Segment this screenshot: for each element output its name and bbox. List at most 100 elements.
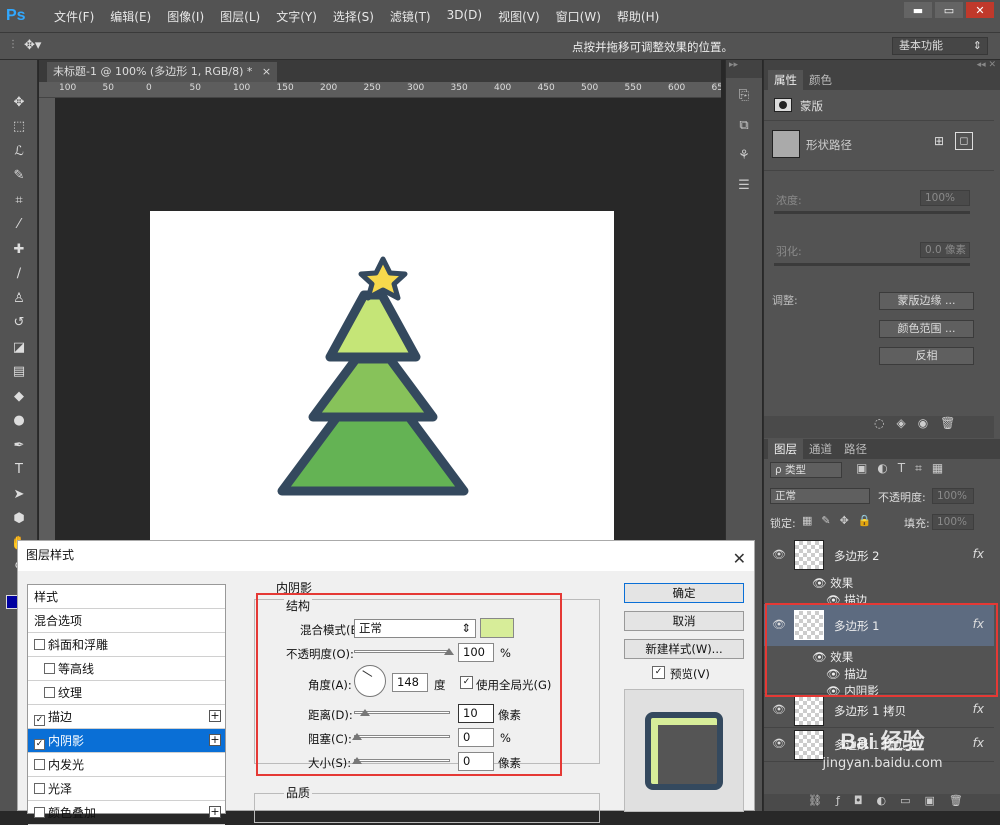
layer-filter-icons[interactable]: ▣◐T⌗▦ xyxy=(856,461,953,476)
style-item-0[interactable]: 样式 xyxy=(28,585,225,609)
stamp-tool-icon[interactable]: ♙ xyxy=(0,286,38,311)
fx-icon[interactable]: fx xyxy=(973,547,984,561)
move-tool-icon[interactable]: ✥ xyxy=(0,90,38,115)
blend-mode-select[interactable]: 正常 xyxy=(770,488,870,504)
tab-close-icon[interactable]: × xyxy=(262,65,271,78)
adjustments-panel-icon[interactable]: ☰ xyxy=(726,172,762,198)
eyedropper-tool-icon[interactable]: ⁄ xyxy=(0,213,38,238)
menu-10[interactable]: 帮助(H) xyxy=(609,8,667,25)
style-item-3[interactable]: 等高线 xyxy=(28,657,225,681)
tab-color[interactable]: 颜色 xyxy=(803,70,838,90)
feather-slider[interactable] xyxy=(774,263,970,266)
lasso-tool-icon[interactable]: ℒ xyxy=(0,139,38,164)
swatches-panel-icon[interactable]: ⧉ xyxy=(726,112,762,138)
style-checkbox[interactable] xyxy=(34,639,45,650)
shape-tool-icon[interactable]: ⬢ xyxy=(0,507,38,532)
quick-select-tool-icon[interactable]: ✎ xyxy=(0,164,38,189)
document-tab[interactable]: 未标题-1 @ 100% (多边形 1, RGB/8) * × xyxy=(47,62,278,82)
fill-field[interactable]: 100% xyxy=(932,514,974,530)
eye-icon[interactable]: 👁 xyxy=(772,703,786,716)
document-canvas[interactable] xyxy=(150,211,614,571)
menu-6[interactable]: 滤镜(T) xyxy=(382,8,439,25)
marquee-tool-icon[interactable]: ⬚ xyxy=(0,115,38,140)
style-item-2[interactable]: 斜面和浮雕 xyxy=(28,633,225,657)
feather-field[interactable]: 0.0 像素 xyxy=(920,242,970,258)
menu-9[interactable]: 窗口(W) xyxy=(548,8,609,25)
menu-3[interactable]: 图层(L) xyxy=(212,8,268,25)
tab-channels[interactable]: 通道 xyxy=(803,439,838,459)
layer-row-polygon-1-copy[interactable]: 👁 多边形 1 拷贝 fx xyxy=(764,694,994,728)
style-checkbox[interactable] xyxy=(34,783,45,794)
add-effect-icon[interactable]: + xyxy=(209,734,221,746)
eraser-tool-icon[interactable]: ◪ xyxy=(0,335,38,360)
tab-paths[interactable]: 路径 xyxy=(838,439,873,459)
gradient-tool-icon[interactable]: ▤ xyxy=(0,360,38,385)
tab-properties[interactable]: 属性 xyxy=(768,70,803,90)
layer-row-polygon-2[interactable]: 👁 多边形 2 fx 👁 效果 👁 描边 xyxy=(764,534,994,607)
move-tool-icon[interactable]: ✥▾ xyxy=(24,38,41,53)
menu-1[interactable]: 编辑(E) xyxy=(102,8,159,25)
restore-button[interactable]: ▭ xyxy=(935,2,963,18)
layer-filter-select[interactable]: ρ 类型 xyxy=(770,462,842,478)
add-mask-icon[interactable]: ⊞ xyxy=(934,134,944,148)
properties-footer-icons[interactable]: ◌◈◉🗑 xyxy=(764,416,994,438)
dodge-tool-icon[interactable]: ● xyxy=(0,409,38,434)
history-panel-icon[interactable]: ⎘ xyxy=(726,82,762,108)
path-select-tool-icon[interactable]: ➤ xyxy=(0,482,38,507)
menu-5[interactable]: 选择(S) xyxy=(325,8,382,25)
layer-row-polygon-1-copy-2[interactable]: 👁 多边形 1 拷贝 2 fx xyxy=(764,728,994,762)
vector-mask-icon[interactable]: ◻ xyxy=(955,132,973,150)
menu-4[interactable]: 文字(Y) xyxy=(268,8,325,25)
opacity-field[interactable]: 100% xyxy=(932,488,974,504)
style-item-4[interactable]: 纹理 xyxy=(28,681,225,705)
pen-tool-icon[interactable]: ✒ xyxy=(0,433,38,458)
add-effect-icon[interactable]: + xyxy=(209,710,221,722)
brush-tool-icon[interactable]: ∕ xyxy=(0,262,38,287)
eye-icon[interactable]: 👁 xyxy=(772,548,786,561)
crop-tool-icon[interactable]: ⌗ xyxy=(0,188,38,213)
add-effect-icon[interactable]: + xyxy=(209,806,221,818)
brush-panel-icon[interactable]: ⚘ xyxy=(726,142,762,168)
lock-icons[interactable]: ▦✎✥🔒 xyxy=(802,514,881,527)
menu-7[interactable]: 3D(D) xyxy=(439,8,490,25)
minimize-button[interactable]: ▬ xyxy=(904,2,932,18)
history-brush-tool-icon[interactable]: ↺ xyxy=(0,311,38,336)
dialog-close-icon[interactable]: ✕ xyxy=(733,545,746,573)
style-item-8[interactable]: 光泽 xyxy=(28,777,225,801)
style-item-7[interactable]: 内发光 xyxy=(28,753,225,777)
style-item-5[interactable]: ✓ 描边 + xyxy=(28,705,225,729)
close-button[interactable]: ✕ xyxy=(966,2,994,18)
style-item-label: 描边 xyxy=(48,710,73,724)
color-range-button[interactable]: 颜色范围 ... xyxy=(879,320,974,338)
style-checkbox[interactable]: ✓ xyxy=(34,739,45,750)
menu-8[interactable]: 视图(V) xyxy=(490,8,548,25)
style-checkbox[interactable] xyxy=(44,687,55,698)
preview-checkbox[interactable]: ✓ xyxy=(652,666,665,679)
style-checkbox[interactable]: ✓ xyxy=(34,715,45,726)
style-item-1[interactable]: 混合选项 xyxy=(28,609,225,633)
style-item-9[interactable]: 颜色叠加 + xyxy=(28,801,225,825)
tab-layers[interactable]: 图层 xyxy=(768,439,803,459)
menu-2[interactable]: 图像(I) xyxy=(159,8,212,25)
density-field[interactable]: 100% xyxy=(920,190,970,206)
collapse-icon[interactable]: ▸▸ xyxy=(726,60,762,78)
menu-0[interactable]: 文件(F) xyxy=(46,8,102,25)
style-checkbox[interactable] xyxy=(34,759,45,770)
type-tool-icon[interactable]: T xyxy=(0,458,38,483)
blur-tool-icon[interactable]: ◆ xyxy=(0,384,38,409)
style-item-6[interactable]: ✓ 内阴影 + xyxy=(28,729,225,753)
style-checkbox[interactable] xyxy=(34,807,45,818)
fx-icon[interactable]: fx xyxy=(973,702,984,716)
ok-button[interactable]: 确定 xyxy=(624,583,744,603)
cancel-button[interactable]: 取消 xyxy=(624,611,744,631)
new-style-button[interactable]: 新建样式(W)... xyxy=(624,639,744,659)
mask-edge-button[interactable]: 蒙版边缘 ... xyxy=(879,292,974,310)
healing-tool-icon[interactable]: ✚ xyxy=(0,237,38,262)
fx-icon[interactable]: fx xyxy=(973,736,984,750)
layers-footer-icons[interactable]: ⛓ƒ◘◐▭▣🗑 xyxy=(764,794,1000,811)
style-checkbox[interactable] xyxy=(44,663,55,674)
eye-icon[interactable]: 👁 xyxy=(772,737,786,750)
invert-button[interactable]: 反相 xyxy=(879,347,974,365)
density-slider[interactable] xyxy=(774,211,970,214)
workspace-select[interactable]: 基本功能 ⇕ xyxy=(892,37,988,55)
